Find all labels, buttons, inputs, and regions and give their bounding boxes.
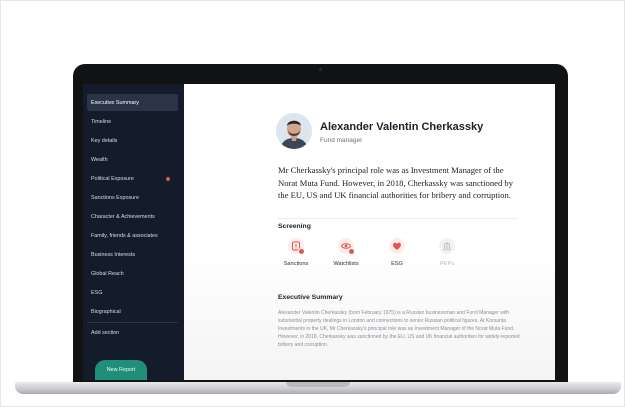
sidebar-item-label: ESG	[91, 289, 103, 296]
camera-icon	[319, 68, 322, 71]
new-report-button[interactable]: New Report	[95, 360, 147, 380]
profile-name: Alexander Valentin Cherkassky	[320, 121, 484, 133]
screening-label-watchlists: Watchlists	[333, 261, 359, 267]
profile-bio: Mr Cherkassky's principal role was as In…	[278, 165, 513, 201]
add-section-button[interactable]: Add section	[87, 324, 178, 341]
sidebar: Executive Summary Timeline Key details W…	[83, 84, 184, 380]
sidebar-item-label: Biographical	[91, 308, 121, 315]
laptop-screen: Executive Summary Timeline Key details W…	[83, 84, 555, 380]
new-report-label: New Report	[106, 367, 136, 373]
sidebar-item-label: Wealth	[91, 156, 108, 163]
sidebar-item-wealth[interactable]: Wealth	[87, 151, 178, 168]
laptop-notch	[286, 382, 350, 387]
sidebar-item-label: Key details	[91, 137, 118, 144]
flag-badge-icon	[348, 248, 355, 255]
sidebar-item-label: Political Exposure	[91, 175, 134, 182]
sidebar-item-business-interests[interactable]: Business Interests	[87, 246, 178, 263]
screening-label-sanctions: Sanctions	[283, 261, 309, 267]
screening-item-esg[interactable]	[389, 238, 405, 254]
sidebar-item-global-reach[interactable]: Global Reach	[87, 265, 178, 282]
screening-label-esg: ESG	[391, 261, 403, 267]
main-content: Alexander Valentin Cherkassky Fund manag…	[184, 84, 555, 380]
sidebar-item-label: Global Reach	[91, 270, 124, 277]
sidebar-item-label: Executive Summary	[91, 99, 139, 106]
sidebar-item-political-exposure[interactable]: Political Exposure	[87, 170, 178, 187]
sidebar-item-label: Timeline	[91, 118, 112, 125]
executive-summary-text: Alexander Valentin Cherkassky (born Febr…	[278, 310, 520, 349]
sidebar-item-timeline[interactable]: Timeline	[87, 113, 178, 130]
section-divider	[278, 218, 518, 219]
profile-role: Fund manager	[320, 137, 363, 144]
sidebar-item-family-friends-associates[interactable]: Family, friends & associates	[87, 227, 178, 244]
alert-dot-icon	[166, 177, 170, 181]
add-section-label: Add section	[91, 329, 120, 336]
portrait-photo	[276, 113, 312, 149]
sidebar-item-esg[interactable]: ESG	[87, 284, 178, 301]
sidebar-item-label: Sanctions Exposure	[91, 194, 139, 201]
screening-item-sanctions[interactable]	[288, 238, 305, 255]
heart-icon	[393, 242, 401, 250]
sidebar-item-label: Family, friends & associates	[91, 232, 158, 239]
sidebar-divider	[87, 322, 178, 323]
executive-summary-title: Executive Summary	[278, 294, 343, 301]
screening-title: Screening	[278, 223, 311, 230]
sidebar-item-label: Character & Achievements	[91, 213, 155, 220]
building-icon	[443, 242, 451, 251]
sidebar-item-executive-summary[interactable]: Executive Summary	[87, 94, 178, 111]
screening-item-peps[interactable]	[439, 238, 455, 254]
avatar	[276, 113, 312, 149]
sidebar-item-character-achievements[interactable]: Character & Achievements	[87, 208, 178, 225]
screening-item-watchlists[interactable]	[338, 238, 355, 255]
flag-badge-icon	[298, 248, 305, 255]
sidebar-item-key-details[interactable]: Key details	[87, 132, 178, 149]
laptop-base	[15, 382, 621, 394]
screening-label-peps: PEPs	[440, 261, 454, 267]
sidebar-item-label: Business Interests	[91, 251, 136, 258]
sidebar-item-biographical[interactable]: Biographical	[87, 303, 178, 320]
sidebar-item-sanctions-exposure[interactable]: Sanctions Exposure	[87, 189, 178, 206]
